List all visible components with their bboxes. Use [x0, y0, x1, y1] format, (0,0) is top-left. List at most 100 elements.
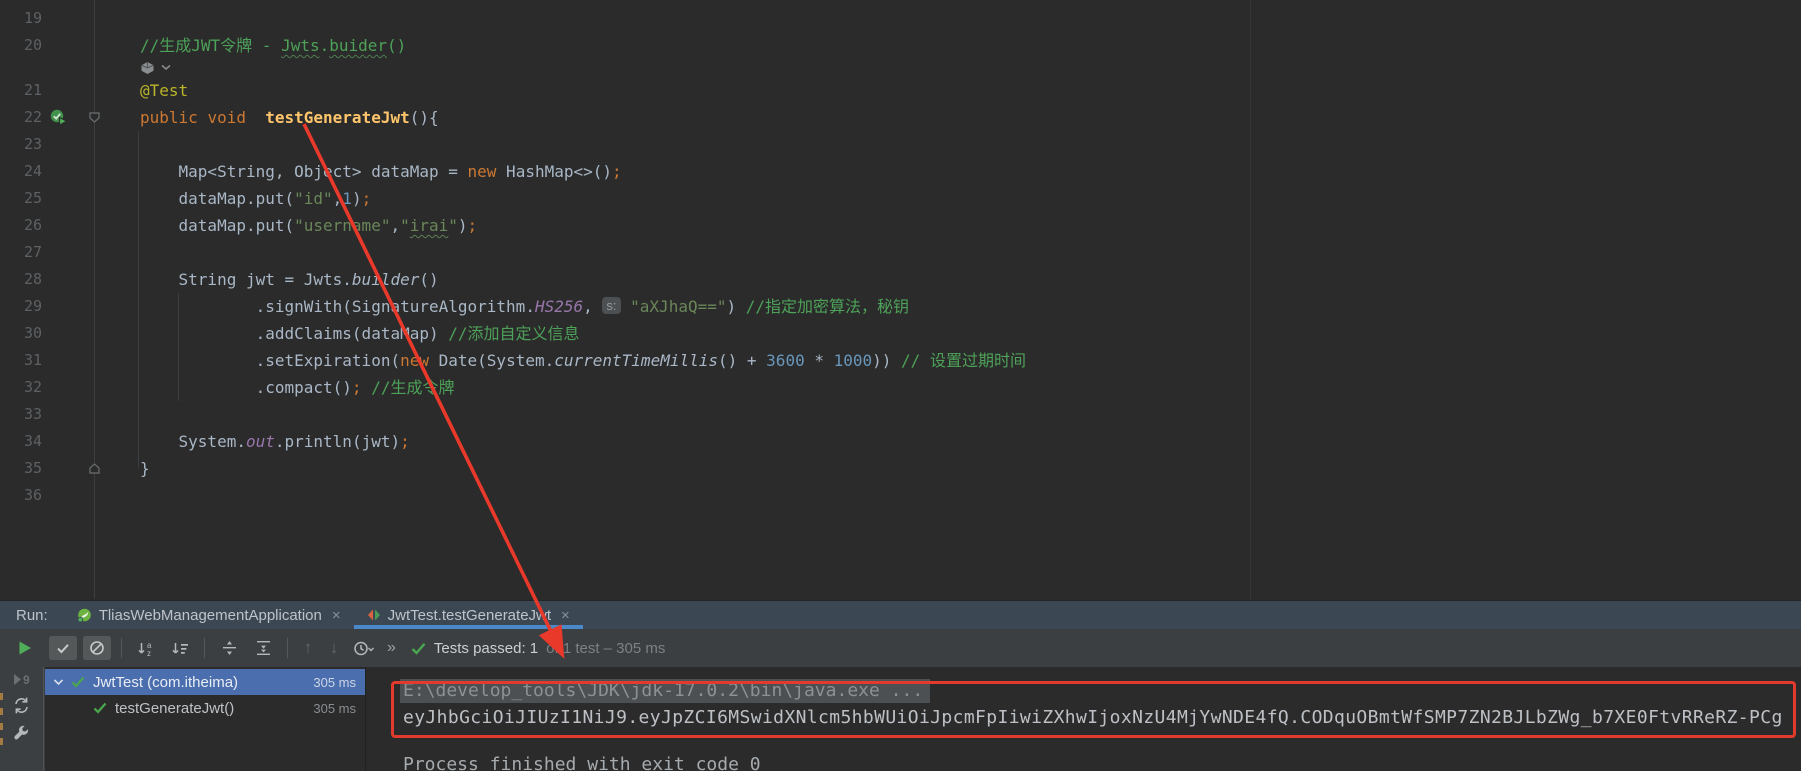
code-text: System.out.println(jwt); — [140, 428, 410, 455]
tests-passed-text: Tests passed: 1 — [434, 640, 538, 657]
line-number: 20 — [0, 32, 42, 59]
code-text: String jwt = Jwts.builder() — [140, 266, 439, 293]
code-line-21[interactable]: 21@Test — [0, 77, 1801, 104]
close-icon[interactable]: × — [332, 607, 341, 624]
collapse-all-button[interactable] — [249, 636, 277, 660]
code-text: dataMap.put("username","irai"); — [140, 212, 477, 239]
line-number: 19 — [0, 5, 42, 32]
more-actions-chevrons[interactable]: » — [387, 639, 395, 657]
chevron-down-icon[interactable] — [161, 64, 171, 71]
tab-label: JwtTest.testGenerateJwt — [388, 607, 551, 624]
line-number: 31 — [0, 347, 42, 374]
fold-marker-icon[interactable] — [88, 111, 101, 124]
java-inlay-icon[interactable] — [140, 61, 155, 75]
jwt-token-output: eyJhbGciOiJIUzI1NiJ9.eyJpZCI6MSwidXNlcm5… — [403, 706, 1783, 729]
code-line-32[interactable]: 32 .compact(); //生成令牌 — [0, 374, 1801, 401]
settings-wrench-icon[interactable] — [13, 724, 30, 741]
code-line-30[interactable]: 30 .addClaims(dataMap) //添加自定义信息 — [0, 320, 1801, 347]
test-history-button[interactable] — [350, 636, 378, 660]
code-editor[interactable]: 1920//生成JWT令牌 - Jwts.buider() 21@Test22pu… — [0, 0, 1801, 599]
code-text: @Test — [140, 77, 188, 104]
run-panel-label: Run: — [16, 607, 48, 624]
code-text: } — [140, 455, 150, 482]
test-passed-icon — [93, 702, 107, 714]
line-number: 24 — [0, 158, 42, 185]
code-text: public void testGenerateJwt(){ — [140, 104, 439, 131]
tree-item-label: JwtTest (com.itheima) — [93, 674, 238, 691]
code-line-29[interactable]: 29 .signWith(SignatureAlgorithm.HS256, s… — [0, 293, 1801, 320]
code-line-25[interactable]: 25 dataMap.put("id",1); — [0, 185, 1801, 212]
run-left-toolbar: 9 — [0, 667, 44, 771]
next-occurrence-button[interactable]: ↓ — [321, 638, 347, 658]
tool-window-stripe-marks — [0, 693, 4, 745]
process-finished-line: Process finished with exit code 0 — [403, 753, 761, 771]
previous-occurrence-button[interactable]: ↑ — [295, 638, 321, 658]
run-console[interactable]: E:\develop_tools\JDK\jdk-17.0.2\bin\java… — [365, 667, 1801, 771]
code-line-34[interactable]: 34 System.out.println(jwt); — [0, 428, 1801, 455]
code-line-20[interactable]: 20//生成JWT令牌 - Jwts.buider() — [0, 32, 1801, 59]
line-number: 29 — [0, 293, 42, 320]
line-number: 36 — [0, 482, 42, 509]
chevron-down-icon[interactable] — [53, 678, 64, 686]
test-passed-icon — [71, 676, 85, 688]
code-text: .addClaims(dataMap) //添加自定义信息 — [140, 320, 580, 347]
code-rows: 1920//生成JWT令牌 - Jwts.buider() 21@Test22pu… — [0, 5, 1801, 509]
line-number: 34 — [0, 428, 42, 455]
fold-end-marker-icon[interactable] — [88, 462, 101, 475]
svg-text:z: z — [147, 649, 151, 657]
tree-item-time: 305 ms — [313, 675, 356, 690]
line-number: 35 — [0, 455, 42, 482]
run-tool-window: Run: TliasWebManagementApplication × Jwt… — [0, 600, 1801, 771]
tree-row-testgeneratejwt[interactable]: testGenerateJwt() 305 ms — [45, 695, 365, 721]
code-text: dataMap.put("id",1); — [140, 185, 371, 212]
tab-label: TliasWebManagementApplication — [99, 607, 322, 624]
tree-item-time: 305 ms — [313, 701, 356, 716]
tests-detail-text: of 1 test – 305 ms — [546, 640, 665, 657]
code-line-26[interactable]: 26 dataMap.put("username","irai"); — [0, 212, 1801, 239]
rerun-automatically-icon[interactable] — [12, 696, 31, 715]
tab-tlias-application[interactable]: TliasWebManagementApplication × — [64, 601, 354, 629]
code-line-33[interactable]: 33 — [0, 401, 1801, 428]
code-line-19[interactable]: 19 — [0, 5, 1801, 32]
code-line-35[interactable]: 35} — [0, 455, 1801, 482]
selected-text: E:\develop_tools\JDK\jdk-17.0.2\bin\java… — [400, 679, 930, 703]
tab-jwttest-testgeneratejwt[interactable]: JwtTest.testGenerateJwt × — [354, 601, 583, 629]
code-line-23[interactable]: 23 — [0, 131, 1801, 158]
code-line-28[interactable]: 28 String jwt = Jwts.builder() — [0, 266, 1801, 293]
toolbar-divider — [287, 638, 288, 658]
console-command-line: E:\develop_tools\JDK\jdk-17.0.2\bin\java… — [403, 679, 930, 702]
inline-run-widget[interactable] — [0, 59, 1801, 77]
line-number: 23 — [0, 131, 42, 158]
expand-all-button[interactable] — [215, 636, 243, 660]
svg-text:9: 9 — [23, 673, 30, 687]
rerun-tests-button[interactable] — [17, 640, 33, 656]
sort-by-duration-button[interactable] — [166, 636, 194, 660]
code-line-36[interactable]: 36 — [0, 482, 1801, 509]
test-status: Tests passed: 1 of 1 test – 305 ms — [411, 640, 665, 657]
spring-boot-icon — [77, 608, 92, 623]
code-text: .compact(); //生成令牌 — [140, 374, 454, 401]
junit-test-icon — [367, 608, 381, 622]
run-body: 9 JwtTest (com.itheima) — [0, 667, 1801, 771]
code-text: .setExpiration(new Date(System.currentTi… — [140, 347, 1026, 374]
line-number: 27 — [0, 239, 42, 266]
close-icon[interactable]: × — [561, 607, 570, 624]
line-number: 28 — [0, 266, 42, 293]
tree-row-jwttest[interactable]: JwtTest (com.itheima) 305 ms — [45, 669, 365, 695]
line-number: 25 — [0, 185, 42, 212]
line-number: 30 — [0, 320, 42, 347]
line-number: 32 — [0, 374, 42, 401]
code-line-22[interactable]: 22public void testGenerateJwt(){ — [0, 104, 1801, 131]
code-text: .signWith(SignatureAlgorithm.HS256, s: "… — [140, 293, 909, 320]
sort-alphabetically-button[interactable]: az — [132, 636, 160, 660]
code-line-24[interactable]: 24 Map<String, Object> dataMap = new Has… — [0, 158, 1801, 185]
intellij-window: 1920//生成JWT令牌 - Jwts.buider() 21@Test22pu… — [0, 0, 1801, 771]
show-passed-toggle[interactable] — [49, 636, 77, 660]
test-tree: JwtTest (com.itheima) 305 ms testGenerat… — [45, 667, 365, 771]
code-line-31[interactable]: 31 .setExpiration(new Date(System.curren… — [0, 347, 1801, 374]
code-line-27[interactable]: 27 — [0, 239, 1801, 266]
rerun-failed-tests-icon[interactable]: 9 — [11, 672, 33, 687]
ignore-tests-toggle[interactable] — [83, 636, 111, 660]
line-number: 26 — [0, 212, 42, 239]
run-test-passed-icon[interactable] — [50, 109, 68, 126]
